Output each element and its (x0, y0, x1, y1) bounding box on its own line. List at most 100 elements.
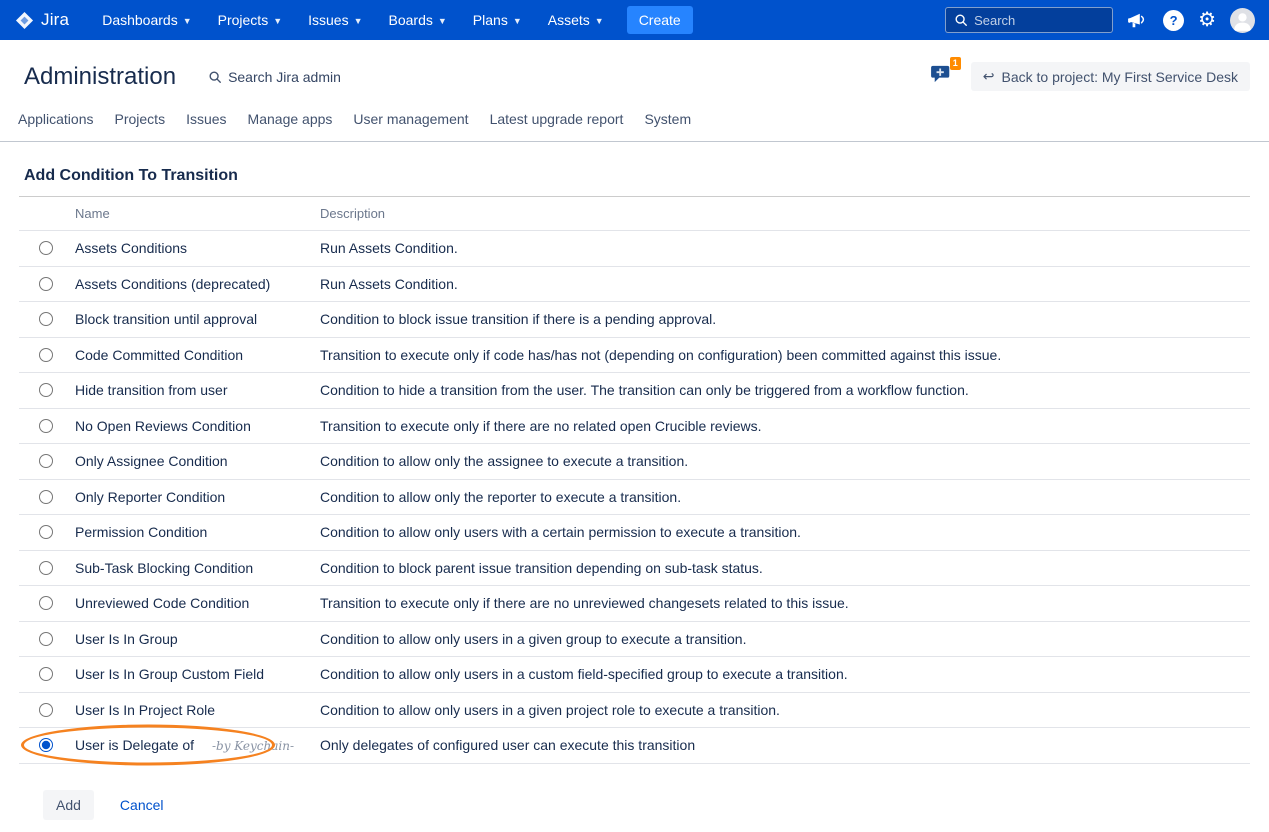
feedback-icon[interactable]: 1 (931, 64, 957, 89)
condition-radio[interactable] (39, 738, 53, 752)
table-row[interactable]: No Open Reviews Condition Transition to … (19, 409, 1250, 445)
condition-name: No Open Reviews Condition (75, 418, 251, 434)
footer-actions: Add Cancel (19, 764, 1250, 820)
table-row[interactable]: Only Reporter Condition Condition to all… (19, 480, 1250, 516)
table-row[interactable]: Block transition until approval Conditio… (19, 302, 1250, 338)
jira-logo-icon (14, 10, 35, 31)
cancel-link[interactable]: Cancel (120, 797, 164, 813)
return-arrow-icon: ↩ (983, 68, 995, 85)
condition-description: Condition to allow only users with a cer… (320, 524, 1250, 540)
table-row[interactable]: Code Committed Condition Transition to e… (19, 338, 1250, 374)
admin-search[interactable]: Search Jira admin (208, 69, 341, 85)
chevron-down-icon: ▼ (183, 14, 192, 26)
chevron-down-icon: ▼ (438, 14, 447, 26)
nav-menu-plans[interactable]: Plans ▼ (462, 0, 533, 40)
condition-name: Hide transition from user (75, 382, 228, 398)
nav-menu-label: Boards (389, 12, 433, 28)
condition-description: Condition to block issue transition if t… (320, 311, 1250, 327)
add-button[interactable]: Add (43, 790, 94, 820)
tab-manage-apps[interactable]: Manage apps (248, 111, 333, 127)
nav-menu-issues[interactable]: Issues ▼ (297, 0, 373, 40)
section-title: Add Condition To Transition (19, 142, 1250, 197)
nav-menu-label: Projects (218, 12, 269, 28)
condition-radio[interactable] (39, 525, 53, 539)
condition-radio[interactable] (39, 312, 53, 326)
table-row[interactable]: User Is In Project Role Condition to all… (19, 693, 1250, 729)
table-row[interactable]: User Is In Group Condition to allow only… (19, 622, 1250, 658)
tab-user-management[interactable]: User management (353, 111, 468, 127)
conditions-table-body: Assets Conditions Run Assets Condition. … (19, 231, 1250, 764)
condition-radio[interactable] (39, 348, 53, 362)
back-to-project-label: Back to project: My First Service Desk (1001, 69, 1238, 85)
search-icon (954, 13, 968, 27)
nav-menu-boards[interactable]: Boards ▼ (378, 0, 458, 40)
condition-description: Condition to allow only users in a given… (320, 702, 1250, 718)
table-row[interactable]: Assets Conditions (deprecated) Run Asset… (19, 267, 1250, 303)
condition-description: Transition to execute only if there are … (320, 595, 1250, 611)
nav-menu-label: Assets (548, 12, 590, 28)
table-row[interactable]: Unreviewed Code Condition Transition to … (19, 586, 1250, 622)
condition-radio[interactable] (39, 703, 53, 717)
condition-name: Assets Conditions (75, 240, 187, 256)
nav-menu-label: Plans (473, 12, 508, 28)
conditions-table-header: Name Description (19, 197, 1250, 231)
condition-radio[interactable] (39, 454, 53, 468)
condition-radio[interactable] (39, 667, 53, 681)
condition-description: Condition to hide a transition from the … (320, 382, 1250, 398)
tab-projects[interactable]: Projects (115, 111, 166, 127)
condition-radio[interactable] (39, 596, 53, 610)
brand-text: Jira (41, 10, 69, 30)
nav-menu-label: Dashboards (102, 12, 178, 28)
condition-description: Condition to allow only the assignee to … (320, 453, 1250, 469)
condition-description: Transition to execute only if there are … (320, 418, 1250, 434)
table-row[interactable]: User Is In Group Custom Field Condition … (19, 657, 1250, 693)
condition-name: Unreviewed Code Condition (75, 595, 249, 611)
table-row[interactable]: Sub-Task Blocking Condition Condition to… (19, 551, 1250, 587)
condition-radio[interactable] (39, 419, 53, 433)
condition-radio[interactable] (39, 490, 53, 504)
admin-tabs: Applications Projects Issues Manage apps… (0, 111, 1269, 142)
global-search[interactable] (945, 7, 1113, 33)
table-row[interactable]: Permission Condition Condition to allow … (19, 515, 1250, 551)
tab-issues[interactable]: Issues (186, 111, 226, 127)
help-icon[interactable]: ? (1163, 10, 1184, 31)
table-row[interactable]: Hide transition from user Condition to h… (19, 373, 1250, 409)
condition-description: Condition to allow only the reporter to … (320, 489, 1250, 505)
condition-radio[interactable] (39, 561, 53, 575)
admin-search-label: Search Jira admin (228, 69, 341, 85)
back-to-project-button[interactable]: ↩ Back to project: My First Service Desk (971, 62, 1250, 91)
page-title: Administration (24, 63, 176, 91)
condition-name: User Is In Group (75, 631, 178, 647)
column-header-name: Name (75, 206, 320, 221)
tab-applications[interactable]: Applications (18, 111, 94, 127)
megaphone-icon[interactable] (1127, 11, 1149, 29)
tab-latest-upgrade-report[interactable]: Latest upgrade report (490, 111, 624, 127)
nav-menu-assets[interactable]: Assets ▼ (537, 0, 615, 40)
chevron-down-icon: ▼ (595, 14, 604, 26)
create-button[interactable]: Create (627, 6, 693, 34)
condition-radio[interactable] (39, 241, 53, 255)
condition-description: Condition to block parent issue transiti… (320, 560, 1250, 576)
condition-description: Condition to allow only users in a custo… (320, 666, 1250, 682)
table-row[interactable]: Only Assignee Condition Condition to all… (19, 444, 1250, 480)
condition-radio[interactable] (39, 383, 53, 397)
gear-icon[interactable]: ⚙ (1198, 10, 1216, 30)
condition-name: Sub-Task Blocking Condition (75, 560, 253, 576)
nav-menu-projects[interactable]: Projects ▼ (207, 0, 294, 40)
admin-header: Administration Search Jira admin 1 ↩ Bac… (0, 40, 1269, 91)
condition-radio[interactable] (39, 632, 53, 646)
global-search-input[interactable] (974, 13, 1104, 28)
condition-name: Only Assignee Condition (75, 453, 228, 469)
nav-menu-label: Issues (308, 12, 348, 28)
condition-name: Permission Condition (75, 524, 207, 540)
nav-menu-dashboards[interactable]: Dashboards ▼ (91, 0, 202, 40)
chevron-down-icon: ▼ (513, 14, 522, 26)
condition-radio[interactable] (39, 277, 53, 291)
tab-system[interactable]: System (644, 111, 691, 127)
table-row[interactable]: Assets Conditions Run Assets Condition. (19, 231, 1250, 267)
condition-vendor-label: -by Keychain- (212, 739, 294, 753)
table-row[interactable]: User is Delegate of -by Keychain- Only d… (19, 728, 1250, 764)
condition-description: Condition to allow only users in a given… (320, 631, 1250, 647)
user-avatar[interactable] (1230, 8, 1255, 33)
jira-brand[interactable]: Jira (14, 10, 69, 31)
